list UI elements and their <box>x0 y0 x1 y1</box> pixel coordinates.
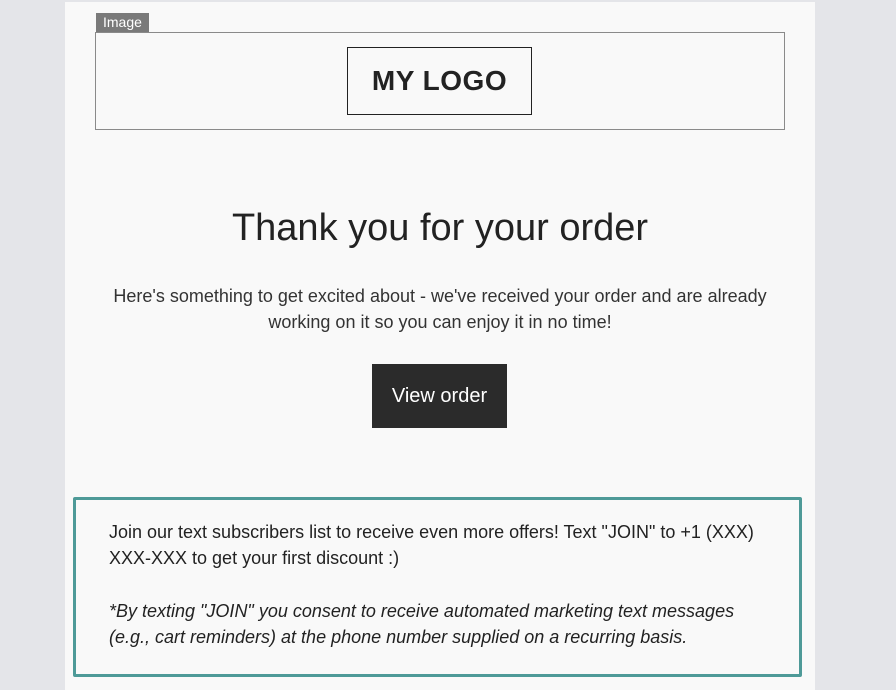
sms-signup-block[interactable]: Join our text subscribers list to receiv… <box>73 497 802 677</box>
image-block-tag: Image <box>96 13 149 32</box>
order-description: Here's something to get excited about - … <box>113 286 767 332</box>
sms-disclaimer-text: *By texting "JOIN" you consent to receiv… <box>109 601 735 647</box>
order-title: Thank you for your order <box>231 207 649 249</box>
view-order-button[interactable]: View order <box>372 364 507 428</box>
sms-signup-text: Join our text subscribers list to receiv… <box>109 522 754 568</box>
logo-image-block[interactable]: MY LOGO <box>95 32 785 130</box>
email-canvas: MY LOGO Image Thank you for your order H… <box>65 2 815 690</box>
logo-placeholder: MY LOGO <box>347 47 532 115</box>
